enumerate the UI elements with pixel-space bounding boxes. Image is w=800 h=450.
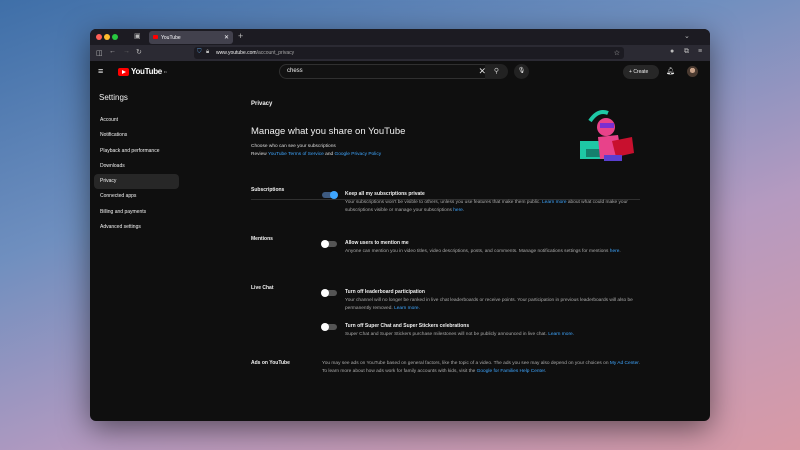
desc-end: . — [463, 208, 464, 213]
subscriptions-option: Keep all my subscriptions private Your s… — [322, 191, 642, 214]
mentions-label: Mentions — [251, 236, 273, 242]
desc-text: Super Chat and Super Stickers purchase m… — [345, 332, 548, 337]
privacy-policy-link[interactable]: Google Privacy Policy — [334, 152, 381, 157]
url-path: /account_privacy — [257, 50, 295, 56]
subscriptions-label: Subscriptions — [251, 187, 284, 193]
youtube-play-icon — [118, 68, 129, 76]
and-text: and — [324, 152, 335, 157]
terms-link[interactable]: YouTube Terms of Service — [268, 152, 324, 157]
create-button[interactable]: + Create — [623, 65, 659, 79]
notifications-bell-icon[interactable]: 🔔︎ — [666, 67, 675, 75]
option-title: Turn off leaderboard participation — [345, 289, 642, 295]
youtube-logo[interactable]: YouTubeIN — [118, 67, 166, 76]
leaderboard-toggle[interactable] — [322, 290, 337, 296]
desc-text: Your channel will no longer be ranked in… — [345, 298, 633, 311]
ads-label: Ads on YouTube — [251, 360, 290, 366]
option-title: Turn off Super Chat and Super Stickers c… — [345, 323, 642, 329]
url-host: www.youtube.com — [216, 50, 257, 56]
reload-icon[interactable]: ↻ — [136, 48, 142, 56]
option-title: Keep all my subscriptions private — [345, 191, 642, 197]
option-title: Allow users to mention me — [345, 240, 642, 246]
minimize-window-button[interactable] — [104, 34, 110, 40]
extensions-puzzle-icon[interactable]: ⧉ — [684, 48, 689, 56]
families-help-center-link[interactable]: Google for Families Help Center — [477, 369, 545, 374]
tab-bar: ▣ YouTube ✕ + ⌄ — [90, 29, 710, 45]
live-chat-label: Live Chat — [251, 285, 274, 291]
option-description: Your subscriptions won't be visible to o… — [345, 199, 642, 214]
browser-window: ▣ YouTube ✕ + ⌄ ◫ ← → ↻ ⛉ 🔒︎ www.youtube.… — [90, 29, 710, 421]
youtube-header: ≡ YouTubeIN chess✕ ⚲ 🎙︎ + Create 🔔︎ — [90, 61, 710, 83]
sidebar-item-privacy[interactable]: Privacy — [94, 174, 179, 189]
settings-sidebar: Settings Account Notifications Playback … — [94, 90, 179, 235]
desc-end: . — [545, 369, 546, 374]
option-description: Anyone can mention you in video titles, … — [345, 248, 642, 256]
voice-search-button[interactable]: 🎙︎ — [514, 64, 529, 79]
review-prefix: Review — [251, 152, 268, 157]
close-tab-icon[interactable]: ✕ — [224, 34, 229, 41]
learn-more-link[interactable]: Learn more. — [394, 306, 420, 311]
shield-icon[interactable]: ⛉ — [197, 49, 202, 56]
bookmark-star-icon[interactable]: ☆ — [614, 49, 620, 57]
learn-more-link[interactable]: Learn more — [542, 200, 567, 205]
logo-text: YouTube — [131, 67, 162, 76]
sidebar-item-account[interactable]: Account — [94, 113, 179, 128]
desc-text: Your subscriptions won't be visible to o… — [345, 200, 542, 205]
desc-text: You may see ads on YouTube based on gene… — [322, 361, 610, 366]
back-icon[interactable]: ← — [109, 48, 116, 55]
sidebar-title: Settings — [99, 93, 179, 102]
tab-youtube[interactable]: YouTube ✕ — [149, 31, 233, 44]
my-ad-center-link[interactable]: My Ad Center — [610, 361, 639, 366]
mentions-option: Allow users to mention me Anyone can men… — [322, 240, 642, 256]
lock-icon[interactable]: 🔒︎ — [206, 49, 209, 56]
sidebar-item-playback[interactable]: Playback and performance — [94, 144, 179, 159]
here-link[interactable]: here — [610, 249, 620, 254]
tab-overview-icon[interactable]: ▣ — [134, 32, 141, 40]
extension-icon[interactable]: ● — [670, 48, 674, 55]
leaderboard-option: Turn off leaderboard participation Your … — [322, 289, 642, 312]
hamburger-menu-icon[interactable]: ≡ — [98, 66, 103, 76]
forward-icon[interactable]: → — [123, 48, 130, 55]
search-value: chess — [287, 68, 303, 74]
url-bar[interactable]: ⛉ 🔒︎ www.youtube.com/account_privacy ☆ — [194, 47, 624, 59]
super-chat-toggle[interactable] — [322, 324, 337, 330]
mentions-toggle[interactable] — [322, 241, 337, 247]
ads-description: You may see ads on YouTube based on gene… — [322, 360, 642, 375]
desc-text: Anyone can mention you in video titles, … — [345, 249, 610, 254]
tab-title: YouTube — [161, 35, 181, 41]
avatar[interactable] — [687, 66, 698, 77]
sidebar-item-notifications[interactable]: Notifications — [94, 128, 179, 143]
search-input[interactable]: chess✕ — [279, 64, 495, 79]
learn-more-link[interactable]: Learn more. — [548, 332, 574, 337]
maximize-window-button[interactable] — [112, 34, 118, 40]
sidebar-item-connected-apps[interactable]: Connected apps — [94, 189, 179, 204]
here-link[interactable]: here — [453, 208, 463, 213]
tab-list-chevron-icon[interactable]: ⌄ — [684, 32, 690, 40]
close-window-button[interactable] — [96, 34, 102, 40]
option-description: Your channel will no longer be ranked in… — [345, 297, 642, 312]
option-description: Super Chat and Super Stickers purchase m… — [345, 331, 642, 339]
super-chat-option: Turn off Super Chat and Super Stickers c… — [322, 323, 642, 339]
youtube-favicon-icon — [153, 35, 158, 39]
country-code: IN — [164, 70, 166, 74]
sidebar-item-advanced[interactable]: Advanced settings — [94, 220, 179, 235]
desc-end: . — [619, 249, 620, 254]
address-toolbar: ◫ ← → ↻ ⛉ 🔒︎ www.youtube.com/account_pri… — [90, 45, 710, 61]
sidebar-toggle-icon[interactable]: ◫ — [96, 49, 103, 57]
subscriptions-private-toggle[interactable] — [322, 192, 337, 198]
search-button[interactable]: ⚲ — [485, 64, 508, 79]
privacy-illustration — [578, 107, 636, 164]
sidebar-item-billing[interactable]: Billing and payments — [94, 205, 179, 220]
create-label: Create — [633, 69, 648, 75]
menu-icon[interactable]: ≡ — [698, 48, 702, 55]
sidebar-item-downloads[interactable]: Downloads — [94, 159, 179, 174]
new-tab-button[interactable]: + — [238, 31, 243, 41]
